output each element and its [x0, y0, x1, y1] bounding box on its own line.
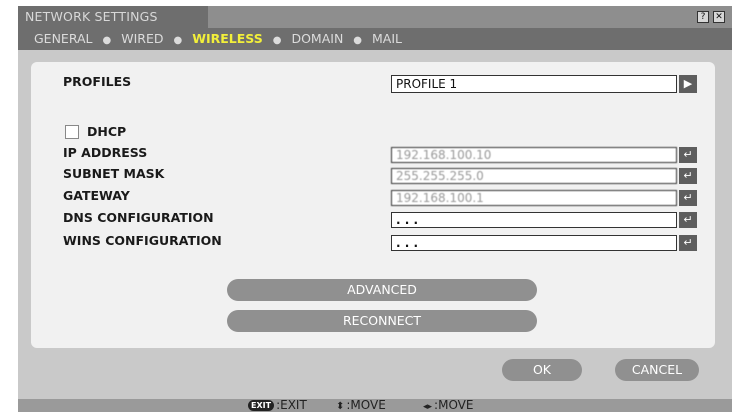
dhcp-checkbox[interactable]	[65, 125, 79, 139]
tab-wired[interactable]: WIRED	[121, 28, 163, 50]
exit-key-icon: EXIT	[248, 400, 275, 411]
hint-bar: EXIT:EXIT ⬍:MOVE ◂▸:MOVE	[18, 399, 732, 412]
dns-configuration-label: DNS CONFIGURATION	[63, 210, 214, 225]
tab-separator: ●	[272, 35, 282, 46]
subnet-mask-field[interactable]: 255.255.255.0	[391, 168, 677, 184]
profiles-next-arrow-icon[interactable]: ▶	[679, 75, 697, 93]
cancel-button[interactable]: CANCEL	[615, 359, 699, 381]
subnet-mask-label: SUBNET MASK	[63, 166, 165, 181]
advanced-button[interactable]: ADVANCED	[227, 279, 537, 301]
tab-bar: GENERAL ● WIRED ● WIRELESS ● DOMAIN ● MA…	[18, 28, 732, 50]
gateway-label: GATEWAY	[63, 188, 130, 203]
dns-configuration-enter-icon[interactable]: ↵	[679, 212, 697, 228]
help-icon[interactable]: ?	[697, 11, 709, 23]
wins-configuration-label: WINS CONFIGURATION	[63, 233, 222, 248]
horizontal-move-hint: ◂▸:MOVE	[423, 398, 474, 413]
exit-hint: EXIT:EXIT	[248, 399, 307, 412]
ip-address-enter-icon[interactable]: ↵	[679, 147, 697, 163]
close-icon[interactable]: ✕	[713, 11, 725, 23]
horizontal-move-text: :MOVE	[434, 398, 474, 412]
ip-address-label: IP ADDRESS	[63, 145, 148, 160]
tab-separator: ●	[102, 35, 112, 46]
wins-configuration-enter-icon[interactable]: ↵	[679, 235, 697, 251]
profiles-select[interactable]: PROFILE 1	[391, 75, 677, 93]
network-settings-window: NETWORK SETTINGS ? ✕ GENERAL ● WIRED ● W…	[18, 6, 732, 412]
wireless-settings-panel: PROFILES PROFILE 1 ▶ DHCP IP ADDRESS 192…	[31, 62, 715, 348]
tab-wireless[interactable]: WIRELESS	[192, 28, 263, 50]
title-bar: NETWORK SETTINGS ? ✕	[18, 6, 732, 28]
up-down-arrow-icon: ⬍	[336, 401, 345, 412]
subnet-mask-enter-icon[interactable]: ↵	[679, 168, 697, 184]
vertical-move-hint: ⬍:MOVE	[336, 398, 386, 413]
wins-configuration-field[interactable]: . . .	[391, 235, 677, 251]
tab-separator: ●	[173, 35, 183, 46]
left-right-arrow-icon: ◂▸	[423, 402, 433, 412]
tab-general[interactable]: GENERAL	[34, 28, 93, 50]
ok-button[interactable]: OK	[502, 359, 582, 381]
vertical-move-text: :MOVE	[346, 398, 386, 412]
tab-domain[interactable]: DOMAIN	[291, 28, 343, 50]
tab-separator: ●	[353, 35, 363, 46]
exit-hint-text: :EXIT	[276, 398, 307, 412]
profiles-label: PROFILES	[63, 74, 132, 89]
ip-address-field[interactable]: 192.168.100.10	[391, 147, 677, 163]
dhcp-label: DHCP	[87, 124, 127, 139]
dns-configuration-field[interactable]: . . .	[391, 212, 677, 228]
gateway-field[interactable]: 192.168.100.1	[391, 190, 677, 206]
gateway-enter-icon[interactable]: ↵	[679, 190, 697, 206]
window-title: NETWORK SETTINGS	[18, 6, 208, 28]
reconnect-button[interactable]: RECONNECT	[227, 310, 537, 332]
tab-mail[interactable]: MAIL	[372, 28, 402, 50]
